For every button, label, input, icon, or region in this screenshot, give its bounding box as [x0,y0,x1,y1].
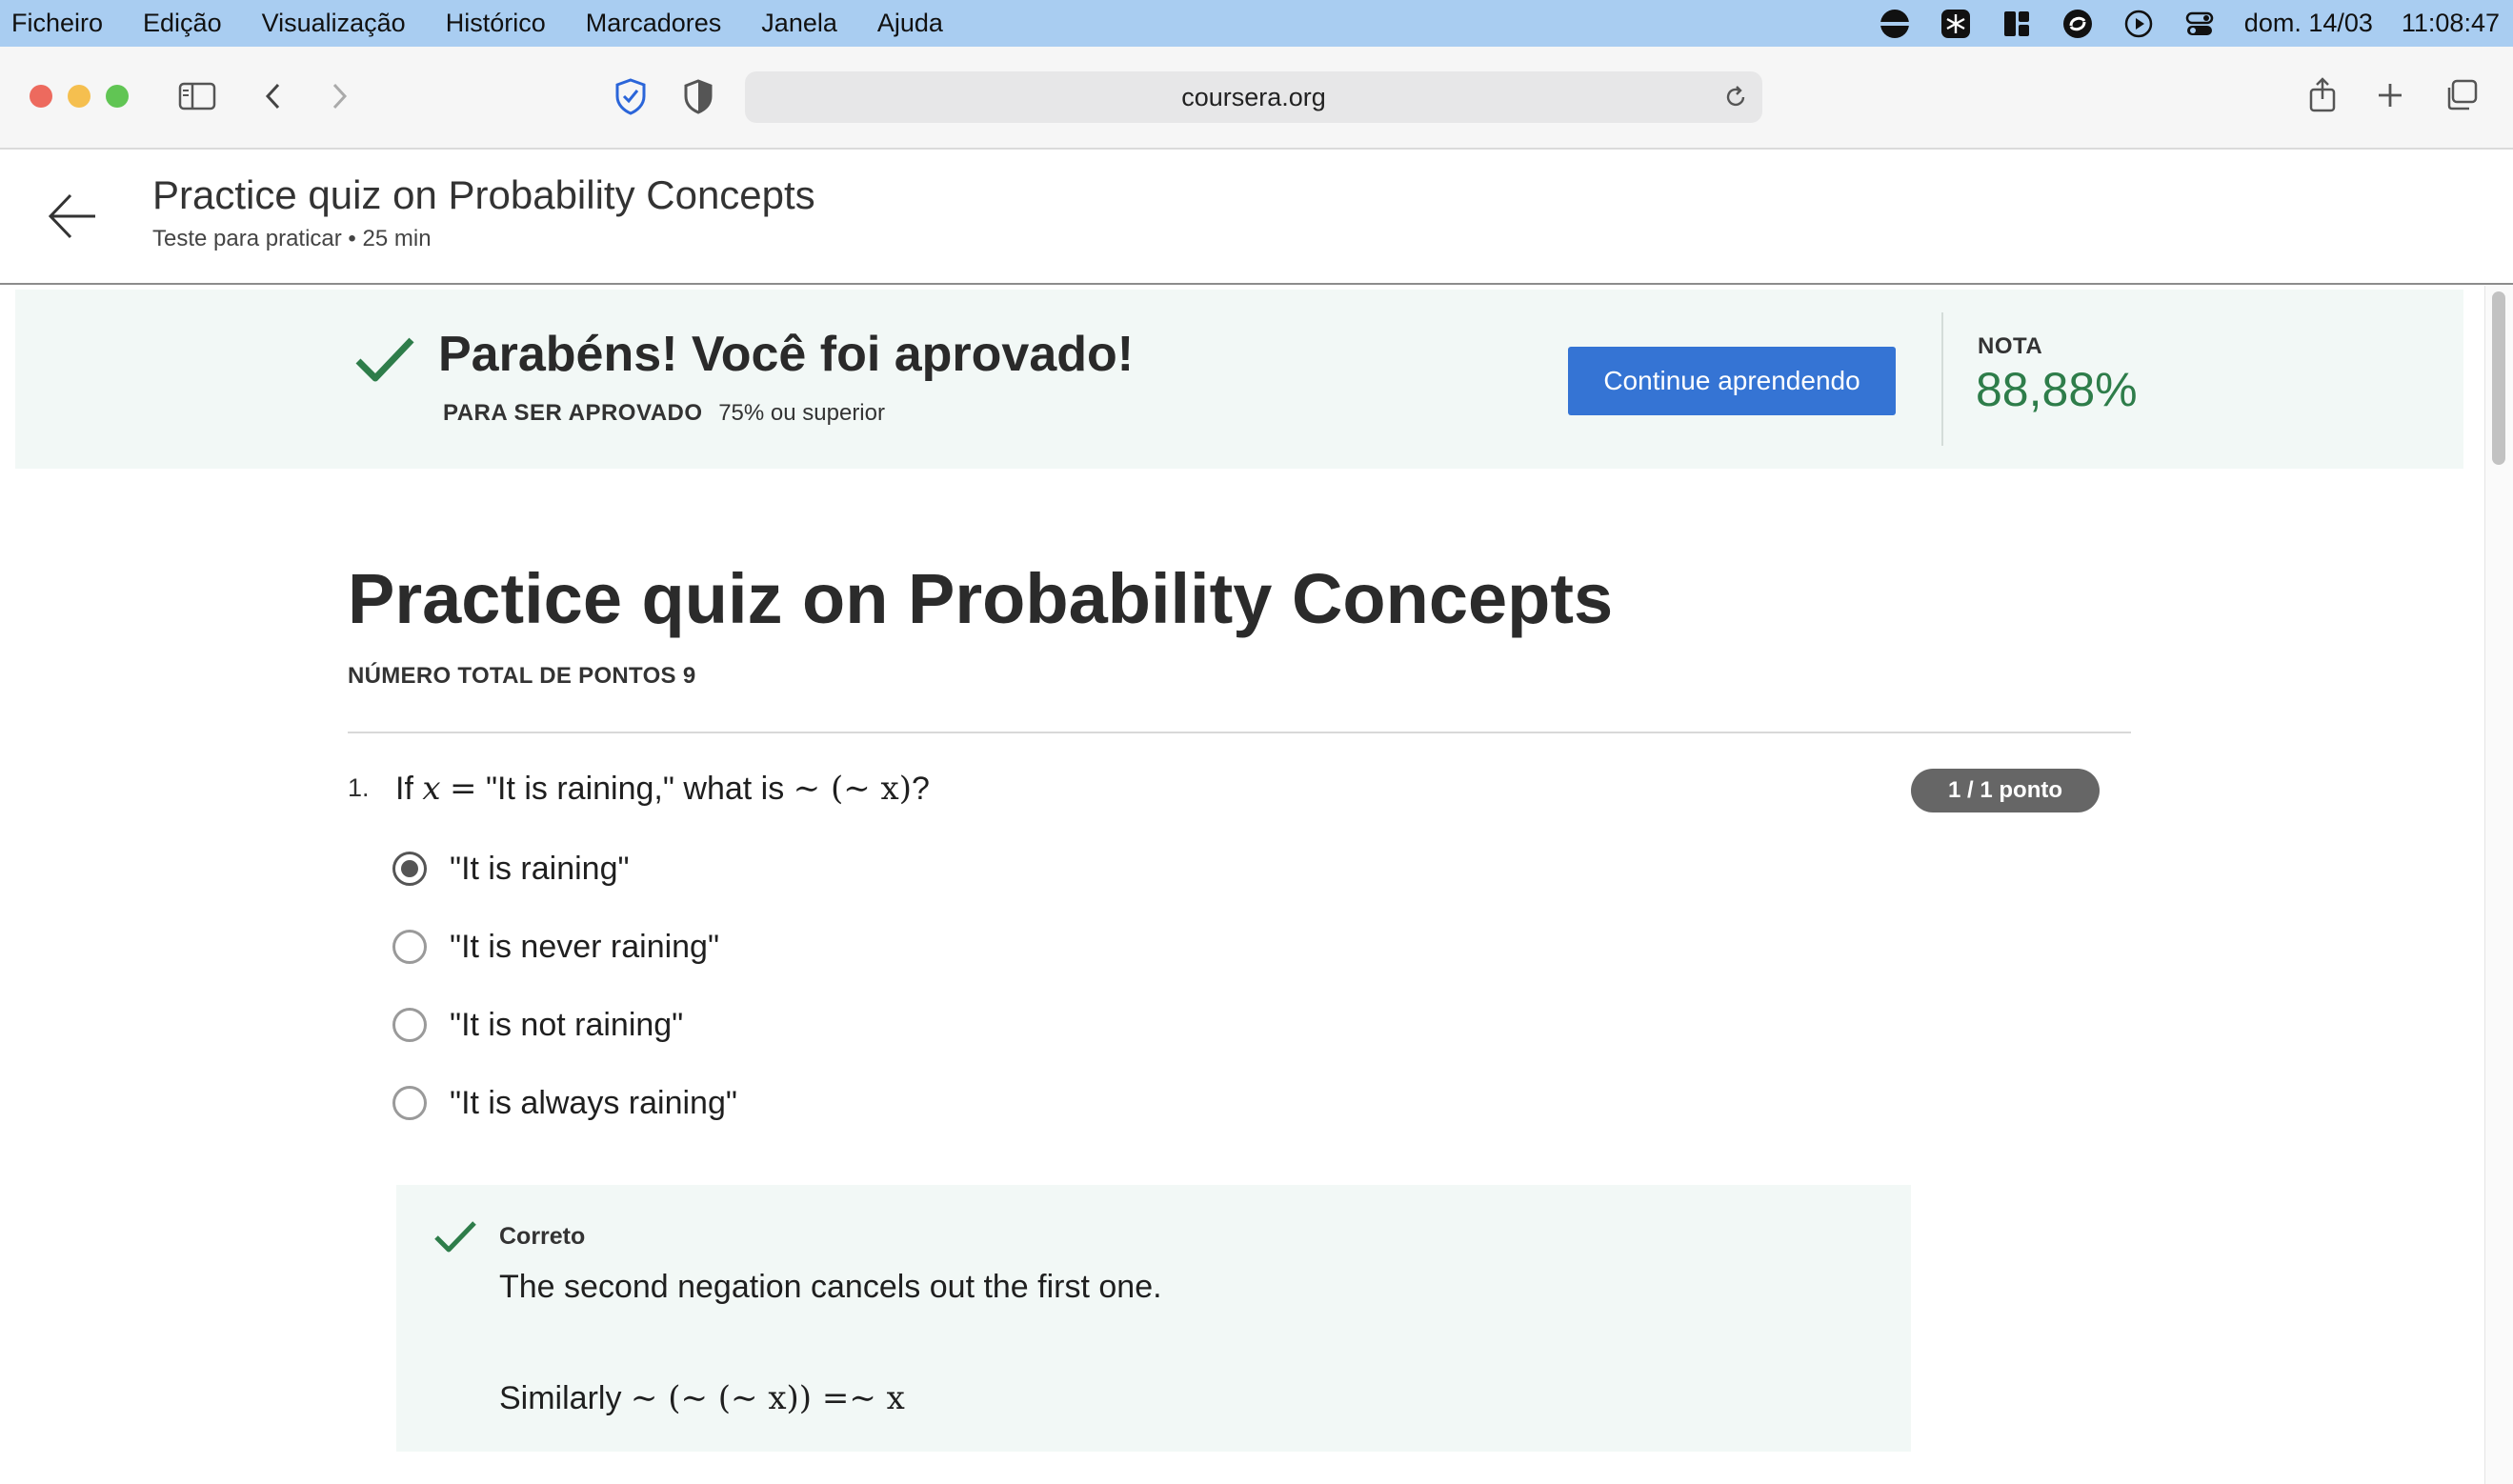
url-text[interactable]: coursera.org [1181,83,1326,112]
feedback-similar-math: ∼ (∼ (∼ x)) =∼ x [630,1379,905,1417]
sidebar-toggle-icon[interactable] [177,79,217,113]
close-window-button[interactable] [30,85,52,108]
answer-option[interactable]: "It is raining" [392,846,630,892]
snowflake-app-icon[interactable] [1940,8,1972,40]
pass-message: Parabéns! Você foi aprovado! [438,327,1135,382]
course-header: Practice quiz on Probability Concepts Te… [0,150,2513,285]
clock-time[interactable]: 11:08:47 [2402,9,2500,38]
answer-option-label[interactable]: "It is never raining" [450,929,719,966]
new-tab-icon[interactable] [2374,79,2406,111]
zoom-window-button[interactable] [106,85,129,108]
minimize-window-button[interactable] [68,85,90,108]
menu-ajuda[interactable]: Ajuda [877,9,943,38]
feedback-label: Correto [499,1223,586,1250]
answer-option[interactable]: "It is always raining" [392,1080,737,1126]
feedback-box: Correto The second negation cancels out … [396,1185,1911,1452]
result-banner: Parabéns! Você foi aprovado! PARA SER AP… [15,290,2463,469]
question-equals: = [450,770,477,808]
grade-label: NOTA [1978,333,2043,359]
question-text: If x = "It is raining," what is ∼ (∼ x)? [395,770,930,808]
share-icon[interactable] [2305,75,2340,115]
menu-marcadores[interactable]: Marcadores [586,9,722,38]
answer-option[interactable]: "It is not raining" [392,1002,683,1048]
feedback-text: The second negation cancels out the firs… [499,1269,1162,1305]
banner-divider [1941,312,1943,446]
points-badge: 1 / 1 ponto [1911,769,2100,812]
quiz-title: Practice quiz on Probability Concepts [348,559,1614,638]
answer-option-label[interactable]: "It is raining" [450,851,630,888]
clock-date[interactable]: dom. 14/03 [2244,9,2373,38]
menu-edicao[interactable]: Edição [143,9,222,38]
scrollbar-track[interactable] [2484,286,2513,1484]
radio-button[interactable] [392,1008,427,1042]
feedback-similar: Similarly ∼ (∼ (∼ x)) =∼ x [499,1379,905,1417]
menu-visualizacao[interactable]: Visualização [262,9,406,38]
answer-option[interactable]: "It is never raining" [392,924,719,970]
answer-option-label[interactable]: "It is always raining" [450,1085,737,1122]
vpn-status-icon[interactable] [1879,8,1911,40]
address-bar[interactable]: coursera.org [745,71,1762,123]
course-subtitle: Teste para praticar • 25 min [152,226,432,251]
menu-janela[interactable]: Janela [761,9,837,38]
radio-button[interactable] [392,930,427,964]
content-divider [348,732,2131,733]
tracker-shield-icon[interactable] [682,77,714,115]
forward-nav-icon[interactable] [325,79,353,113]
status-tray: dom. 14/03 11:08:47 [1879,0,2500,47]
window-layout-icon[interactable] [2000,8,2033,40]
pass-requirement-value: 75% ou superior [718,400,885,426]
course-title: Practice quiz on Probability Concepts [152,172,815,217]
grade-value: 88,88% [1976,363,2138,416]
question-text-middle: "It is raining," what is [485,771,785,807]
back-nav-icon[interactable] [259,79,288,113]
correct-check-icon [432,1218,478,1256]
back-arrow-icon[interactable] [46,190,99,243]
success-check-icon [352,332,417,390]
menu-bar: Ficheiro Edição Visualização Histórico M… [0,0,2513,47]
control-center-icon[interactable] [2183,8,2216,40]
pass-requirement: PARA SER APROVADO 75% ou superior [443,400,885,427]
question-text-end: ? [911,771,930,807]
radio-button[interactable] [392,1086,427,1120]
answer-option-label[interactable]: "It is not raining" [450,1007,683,1044]
tab-overview-icon[interactable] [2443,77,2481,113]
browser-toolbar: coursera.org [0,47,2513,150]
sync-app-icon[interactable] [2061,8,2094,40]
continue-learning-button[interactable]: Continue aprendendo [1568,347,1896,415]
question-number: 1. [348,773,370,802]
reload-icon[interactable] [1722,84,1749,110]
question-variable: x [422,770,441,808]
media-play-icon[interactable] [2122,8,2155,40]
menu-historico[interactable]: Histórico [446,9,546,38]
menu-ficheiro[interactable]: Ficheiro [11,9,103,38]
feedback-similar-prefix: Similarly [499,1380,622,1416]
radio-button-selected[interactable] [392,852,427,886]
privacy-shield-icon[interactable] [613,77,648,115]
scrollbar-thumb[interactable] [2492,291,2505,465]
question-math: ∼ (∼ x) [793,770,912,808]
pass-requirement-label: PARA SER APROVADO [443,400,703,426]
total-points: NÚMERO TOTAL DE PONTOS 9 [348,663,696,689]
question-text-prefix: If [395,771,413,807]
